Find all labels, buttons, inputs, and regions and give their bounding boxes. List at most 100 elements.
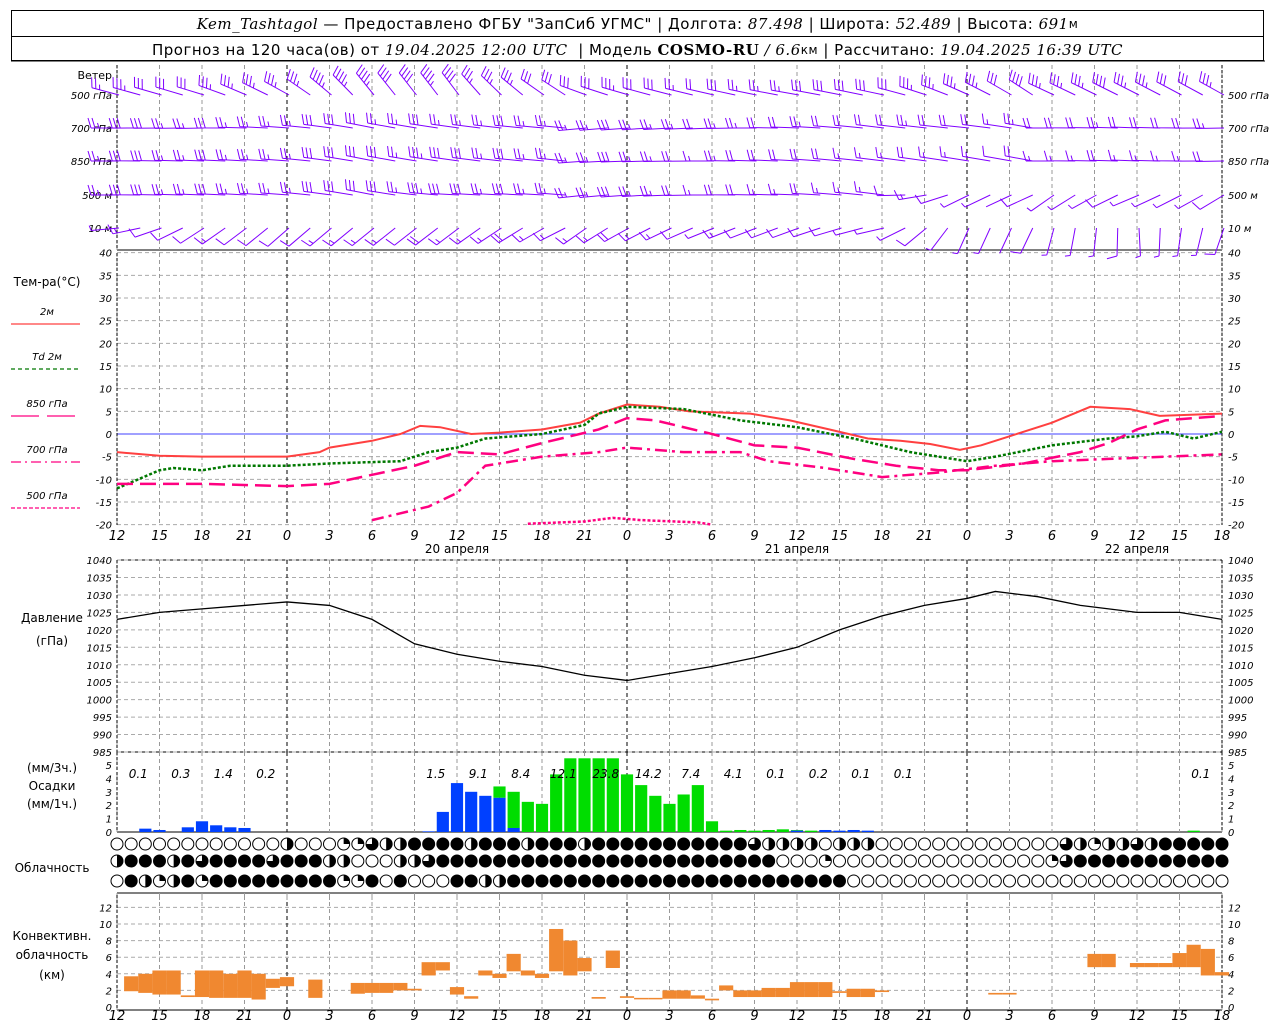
temp-tick-right: -10 [1228, 475, 1244, 486]
time-tick-bottom: 18 [194, 1009, 211, 1024]
temp-tick-right: 20 [1228, 339, 1241, 350]
cloud-cover-icon [804, 854, 818, 868]
conv-cloud-bar [676, 990, 691, 999]
cloud-cover-icon [705, 854, 719, 868]
cloud-cover-icon [748, 854, 761, 868]
time-tick-mid: 15 [1171, 529, 1188, 544]
cloud-cover-icon [762, 837, 776, 851]
conv-tick-left: 8 [106, 937, 112, 948]
temp-tick-right: 10 [1228, 385, 1241, 396]
wind-barb-icon [1177, 71, 1203, 96]
time-tick-bottom: 0 [623, 1009, 631, 1024]
cloud-cover-icon [549, 837, 563, 851]
conv-cloud-bar [733, 990, 748, 998]
cloud-cover-icon [932, 874, 946, 888]
precip-tick-right: 3 [1228, 788, 1234, 799]
cloud-cover-icon [408, 854, 421, 868]
time-tick-bottom: 18 [534, 1009, 551, 1024]
conv-cloud-bar [690, 995, 705, 999]
cloud-cover-icon [195, 874, 209, 888]
cloud-cover-icon [478, 837, 492, 851]
pressure-unit: (гПа) [36, 634, 68, 648]
wind-barb-icon [1156, 71, 1182, 96]
conv-cloud-bar [747, 990, 762, 998]
temp-series-line [527, 516, 713, 526]
pressure-tick-right: 1035 [1228, 574, 1253, 585]
cloud-cover-icon [818, 837, 832, 851]
cloud-cover-icon [238, 874, 251, 888]
cloud-cover-icon [266, 854, 280, 868]
conv-cloud-bar [464, 996, 479, 999]
conv-cloud-bar [775, 987, 790, 998]
wind-barb-row [87, 112, 1225, 131]
wind-barb-icon [1174, 194, 1203, 210]
wind-barb-icon [876, 227, 906, 241]
time-tick-bottom: 18 [874, 1009, 891, 1024]
conv-cloud-bar [577, 958, 592, 972]
temp-tick-left: 30 [99, 294, 112, 305]
wind-barb-icon [520, 68, 545, 96]
conv-cloud-bar [124, 976, 139, 992]
precip-snow-bar [479, 795, 492, 832]
precip-rain-bar [705, 821, 719, 832]
conv-tick-left: 4 [106, 970, 112, 981]
wind-barb-icon [559, 74, 587, 96]
cloud-cover-icon [719, 837, 733, 851]
cloud-cover-icon [408, 874, 421, 888]
cloud-cover-icon [181, 874, 195, 888]
wind-barb-icon [366, 112, 396, 129]
wind-barb-icon [1092, 72, 1118, 96]
cloud-cover-icon [1045, 854, 1059, 868]
wind-barb-icon [1135, 227, 1141, 259]
cloud-cover-icon [549, 874, 563, 888]
cloud-cover-icon [124, 874, 138, 888]
conv-cloud-bar [379, 982, 394, 993]
cloud-cover-icon [1059, 837, 1073, 851]
time-tick-bottom: 6 [1048, 1009, 1056, 1024]
precip-rain-bar [521, 801, 534, 832]
cloud-cover-icon [323, 837, 336, 851]
time-tick-mid: 6 [368, 529, 376, 544]
cloud-cover-icon [493, 854, 506, 868]
cloud-cover-icon [1130, 837, 1144, 851]
cloud-cover-icon [294, 837, 308, 851]
precip-rain-bar [762, 829, 775, 832]
temp-tick-left: 10 [99, 385, 112, 396]
cloud-cover-icon [110, 837, 124, 851]
conv-cloud-bar [1101, 953, 1116, 968]
wind-barb-icon [725, 184, 757, 196]
wind-barb-icon [896, 146, 927, 162]
cloud-cover-icon [1144, 854, 1158, 868]
time-tick-mid: 18 [1214, 529, 1231, 544]
wind-barb-icon [918, 146, 948, 162]
cloud-cover-icon [1045, 874, 1059, 888]
wind-barb-icon [1106, 227, 1119, 260]
wind-barb-icon [344, 145, 375, 162]
cloud-cover-icon [634, 837, 648, 851]
cloud-cover-icon [393, 837, 407, 851]
temp-tick-right: 30 [1228, 294, 1241, 305]
cloud-cover-icon [578, 837, 591, 851]
cloud-cover-icon [974, 874, 988, 888]
conv-cloud-bar [605, 950, 620, 968]
conv-cloud-bar [846, 988, 861, 998]
cloud-cover-icon [1215, 854, 1229, 868]
wind-barb-icon [622, 77, 651, 96]
time-tick-bottom: 12 [1129, 1009, 1146, 1024]
temp-tick-right: -5 [1228, 453, 1238, 464]
time-tick-bottom: 0 [963, 1009, 971, 1024]
precip-tick-right: 5 [1228, 761, 1234, 772]
conv-cloud-bar [1186, 944, 1201, 968]
cloud-cover-icon [493, 874, 506, 888]
precip-3h-label: 0.2 [809, 767, 828, 781]
pressure-tick-right: 1025 [1228, 608, 1253, 619]
cloud-cover-icon [1187, 874, 1201, 888]
pressure-tick-right: 1015 [1228, 643, 1253, 654]
precip-rain-bar [1187, 830, 1200, 832]
wind-barb-icon [461, 64, 481, 96]
time-tick-bottom: 15 [491, 1009, 508, 1024]
cloud-cover-icon [1045, 837, 1059, 851]
conv-cloud-bar [152, 970, 167, 995]
temp-legend-label: 2м [40, 307, 54, 318]
wind-barb-icon [1064, 227, 1076, 257]
